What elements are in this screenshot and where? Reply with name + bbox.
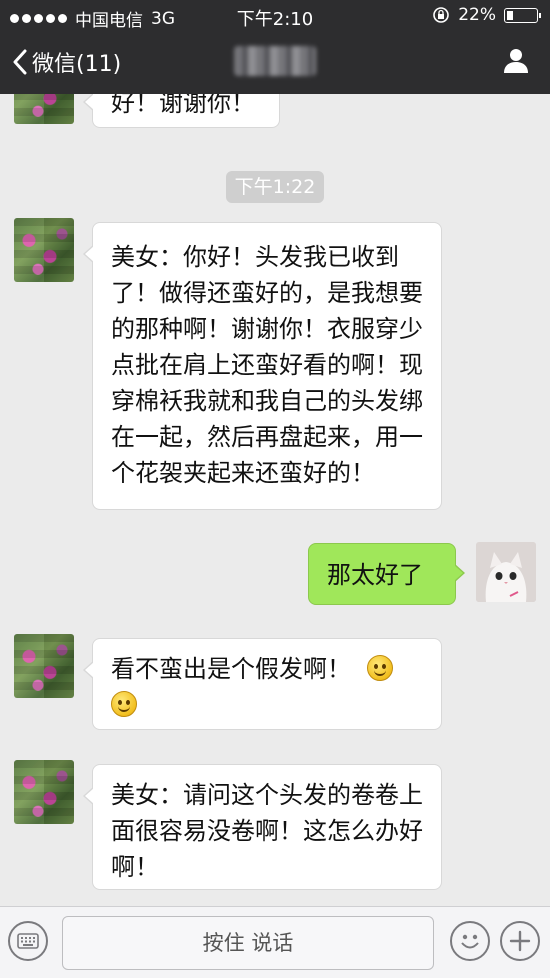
- message-bubble[interactable]: 美女：请问这个头发的卷卷上面很容易没卷啊！这怎么办好啊！: [83, 764, 442, 890]
- smiley-icon: [461, 934, 479, 949]
- message-text: 美女：请问这个头发的卷卷上面很容易没卷啊！这怎么办好啊！: [111, 781, 423, 881]
- chat-title: [0, 46, 550, 76]
- message-text: 看不蛮出是个假发啊！: [111, 655, 351, 683]
- self-avatar[interactable]: [476, 542, 536, 602]
- message-timestamp: 下午1:22: [226, 171, 324, 203]
- avatar[interactable]: [14, 94, 74, 124]
- message-bubble[interactable]: 看不蛮出是个假发啊！: [83, 638, 442, 730]
- blurred-contact-name: [234, 46, 316, 76]
- cat-photo: [476, 542, 536, 602]
- message-text: 美女：你好！头发我已收到了！做得还蛮好的，是我想要的那种啊！谢谢你！衣服穿少点批…: [111, 243, 423, 487]
- contact-profile-button[interactable]: [502, 46, 530, 78]
- rotation-lock-icon: [433, 7, 450, 23]
- chat-area[interactable]: 好！谢谢你！ 下午1:22 美女：你好！头发我已收到了！做得还蛮好的，是我想要的…: [0, 94, 550, 906]
- smile-emoji-icon: [111, 691, 137, 717]
- avatar[interactable]: [14, 218, 74, 282]
- battery-icon: [504, 7, 541, 23]
- nav-bar: 微信(11): [0, 32, 550, 94]
- person-icon: [504, 49, 528, 73]
- status-right: 22%: [432, 5, 541, 25]
- smile-emoji-icon: [366, 655, 393, 681]
- hold-to-talk-button[interactable]: 按住 说话: [62, 916, 434, 970]
- message-text: 那太好了: [327, 561, 423, 589]
- keyboard-icon: [17, 933, 39, 949]
- avatar[interactable]: [14, 634, 74, 698]
- battery-percent: 22%: [458, 5, 496, 25]
- message-text: 好！谢谢你！: [111, 94, 255, 117]
- message-bubble[interactable]: 美女：你好！头发我已收到了！做得还蛮好的，是我想要的那种啊！谢谢你！衣服穿少点批…: [83, 222, 442, 510]
- input-bar: 按住 说话: [0, 906, 550, 978]
- plus-icon: [509, 930, 531, 952]
- status-bar: 中国电信 3G 下午2:10 22%: [0, 0, 550, 32]
- avatar[interactable]: [14, 760, 74, 824]
- emoji-button[interactable]: [450, 921, 490, 961]
- message-bubble-sent[interactable]: 那太好了: [308, 543, 465, 605]
- message-bubble-partial[interactable]: 好！谢谢你！: [83, 94, 280, 128]
- more-options-button[interactable]: [500, 921, 540, 961]
- keyboard-toggle-button[interactable]: [8, 921, 48, 961]
